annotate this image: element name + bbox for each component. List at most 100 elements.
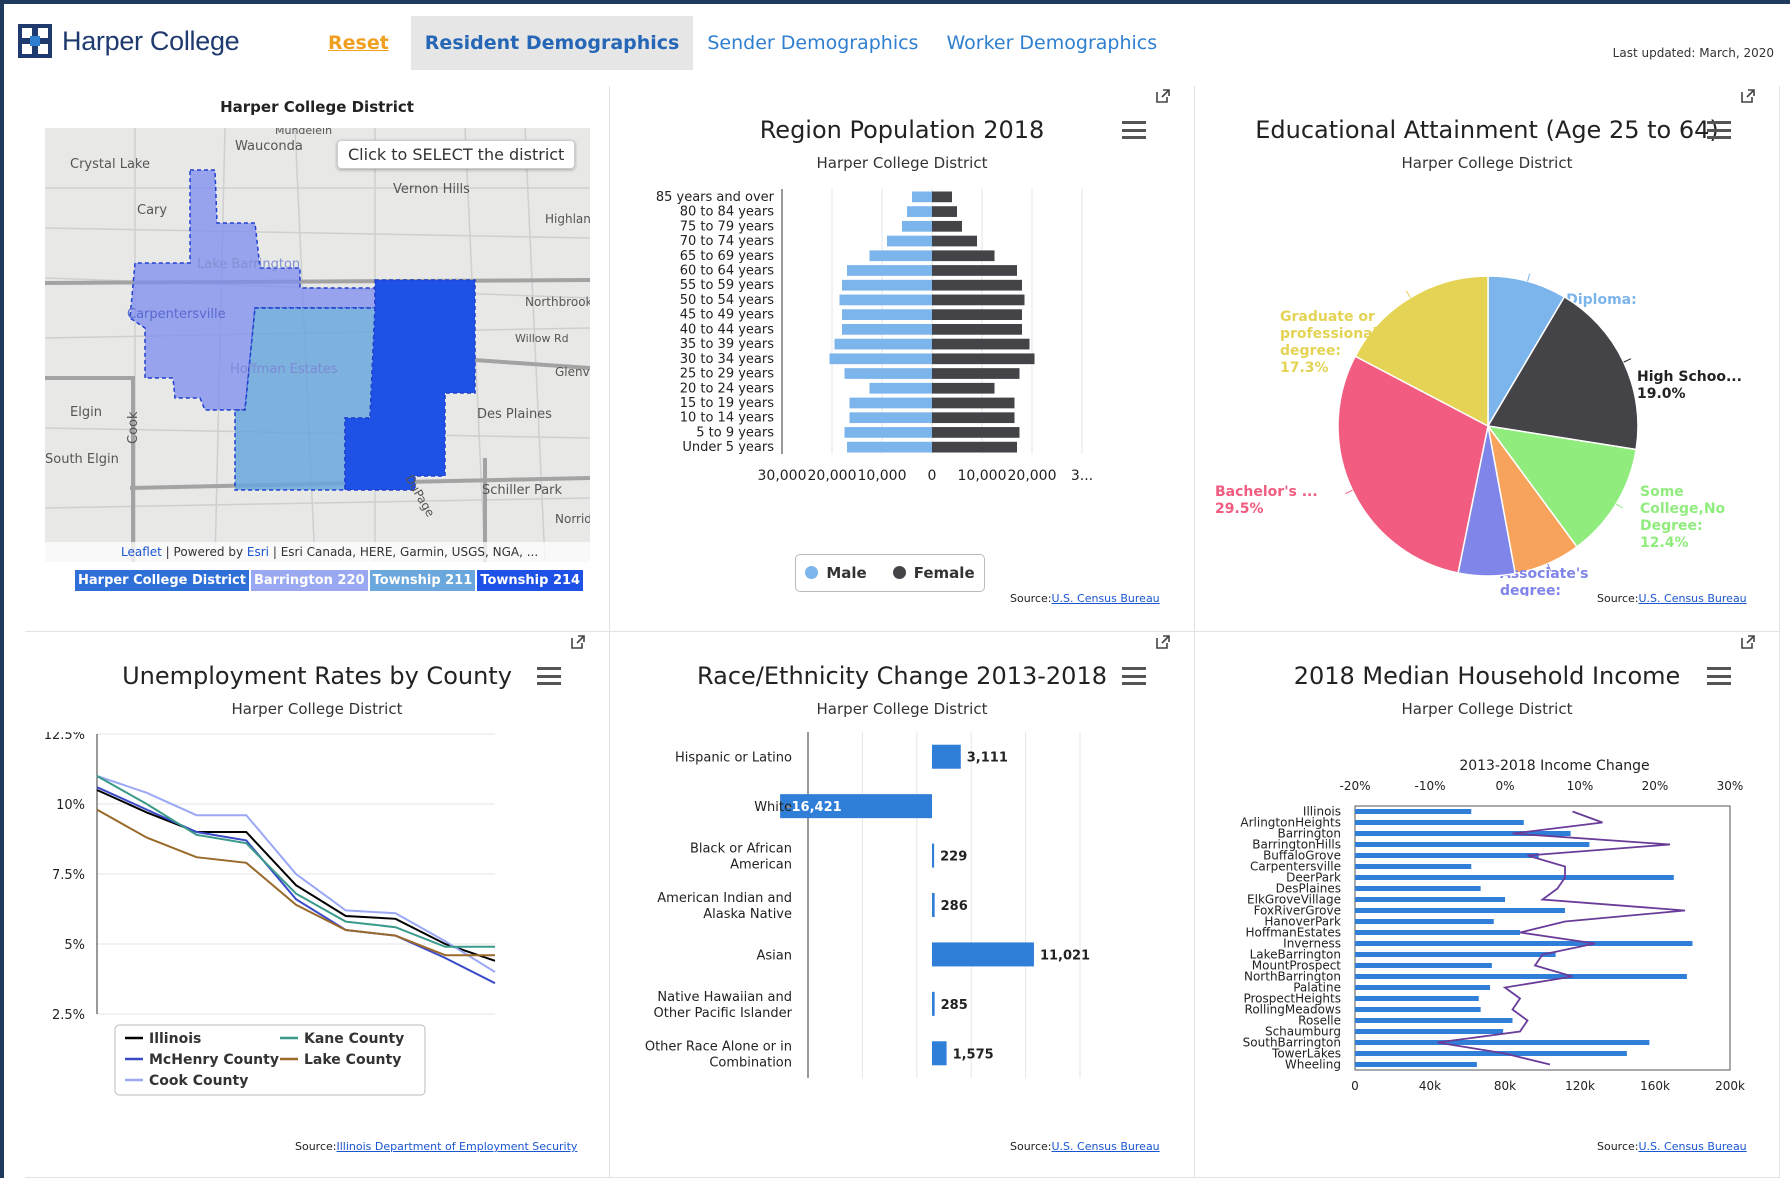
tab-resident-demographics[interactable]: Resident Demographics [410,16,694,70]
menu-icon[interactable] [1122,667,1146,685]
population-legend: Male Female [795,554,985,592]
category-label: American [730,858,792,873]
tab-sender-demographics[interactable]: Sender Demographics [693,16,932,70]
source-link[interactable]: U.S. Census Bureau [1639,592,1747,605]
source-link[interactable]: U.S. Census Bureau [1052,592,1160,605]
income-panel: 2018 Median Household Income Harper Coll… [1195,632,1780,1178]
data-label: Degree: [1640,518,1703,534]
external-link-icon[interactable] [1740,634,1756,650]
income-chart: 2013-2018 Income Change -20% -10% 0% 10% 20% 3… [1240,758,1745,1093]
map-title: Harper College District [220,98,414,116]
external-link-icon[interactable] [1155,634,1171,650]
bar-female [932,338,1030,350]
bar [1355,908,1565,913]
external-link-icon[interactable] [1740,88,1756,104]
menu-icon[interactable] [1707,121,1731,139]
map-label: Mundelein [275,128,332,137]
bar-female [932,441,1017,453]
esri-link[interactable]: Esri [247,545,269,559]
bar-female [932,250,995,262]
tick-label: 50 to 54 years [680,293,775,308]
map-attribution: Leaflet | Powered by Esri | Esri Canada,… [45,542,590,562]
source-link[interactable]: U.S. Census Bureau [1052,1140,1160,1153]
legend-township-214[interactable]: Township 214 [477,570,584,591]
data-label: 12.4% [1640,535,1689,551]
select-district-tooltip[interactable]: Click to SELECT the district [337,140,576,169]
legend-male-label: Male [826,564,867,582]
source-link[interactable]: U.S. Census Bureau [1639,1140,1747,1153]
label-connector [1405,290,1411,298]
bar [1355,985,1490,990]
map-label: Cook [126,411,141,444]
reset-link[interactable]: Reset [314,16,403,70]
category-label: Combination [709,1055,792,1070]
external-link-icon[interactable] [570,634,586,650]
bar [1355,919,1494,924]
category-label: American Indian and [657,891,792,906]
bar-female [932,279,1022,291]
map-label: Northbrook [525,295,590,309]
bar [1355,1029,1504,1034]
map-label: Norridge [555,512,590,526]
bar [1355,974,1687,979]
tick-label: 20,000 [808,468,857,484]
tick-label: 0 [928,468,937,484]
tick-label: 0% [1495,779,1514,793]
bar [1355,930,1520,935]
data-label: 1,575 [953,1047,994,1062]
source-label: Source: [1010,592,1052,605]
category-label: White [754,800,792,815]
leaflet-link[interactable]: Leaflet [121,545,162,559]
tick-label: 20 to 24 years [680,381,775,396]
map-label: Cary [137,203,167,218]
population-title: Region Population 2018 [759,116,1045,144]
legend-male[interactable]: Male [805,564,867,582]
tick-label: Under 5 years [682,440,774,455]
change-line [1437,810,1686,1066]
map-legend: Harper College District Barrington 220 T… [75,570,584,591]
label-connector [1345,489,1353,495]
tick-label: 20% [1642,779,1669,793]
unemployment-panel: Unemployment Rates by County Harper Coll… [25,632,610,1178]
logo[interactable]: Harper College [18,24,240,58]
map-label: Carpentersville [127,307,226,322]
tick-label: 3... [1071,468,1093,484]
legend-female[interactable]: Female [892,564,975,582]
data-label: 29.5% [1215,501,1264,517]
source-link[interactable]: Illinois Department of Employment Securi… [337,1140,578,1153]
source-note: Source:Illinois Department of Employment… [295,1140,577,1153]
tick-label: 160k [1640,1079,1670,1093]
tick-label: 35 to 39 years [680,337,775,352]
bar-male [842,279,932,291]
tick-label: 85 years and over [656,190,775,205]
bar [1355,941,1693,946]
bar-male [869,250,932,262]
legend-label: McHenry County [149,1052,279,1068]
tick-label: 5% [64,938,85,953]
bar-male [912,191,932,203]
education-subtitle: Harper College District [1401,154,1573,172]
legend-township-211[interactable]: Township 211 [369,570,476,591]
external-link-icon[interactable] [1155,88,1171,104]
map-label: Crystal Lake [70,157,150,172]
district-map[interactable]: Wauconda Crystal Lake Vernon Hills Cary … [45,128,590,562]
tab-worker-demographics[interactable]: Worker Demographics [932,16,1171,70]
legend-barrington-220[interactable]: Barrington 220 [250,570,368,591]
powered-text: | Powered by [161,545,247,559]
menu-icon[interactable] [1122,121,1146,139]
tick-label: 120k [1565,1079,1595,1093]
income-title: 2018 Median Household Income [1293,662,1681,690]
tick-label: 10,000 [858,468,907,484]
source-label: Source: [1597,592,1639,605]
data-label: 285 [941,998,968,1013]
legend-harper-district[interactable]: Harper College District [75,570,249,591]
legend-female-label: Female [913,564,975,582]
menu-icon[interactable] [537,667,561,685]
tick-label: 45 to 49 years [680,308,775,323]
menu-icon[interactable] [1707,667,1731,685]
map-label: Wauconda [235,139,303,154]
bar [1355,853,1539,858]
series-line [96,775,495,948]
tick-label: 80k [1494,1079,1516,1093]
bar-male [842,309,932,320]
